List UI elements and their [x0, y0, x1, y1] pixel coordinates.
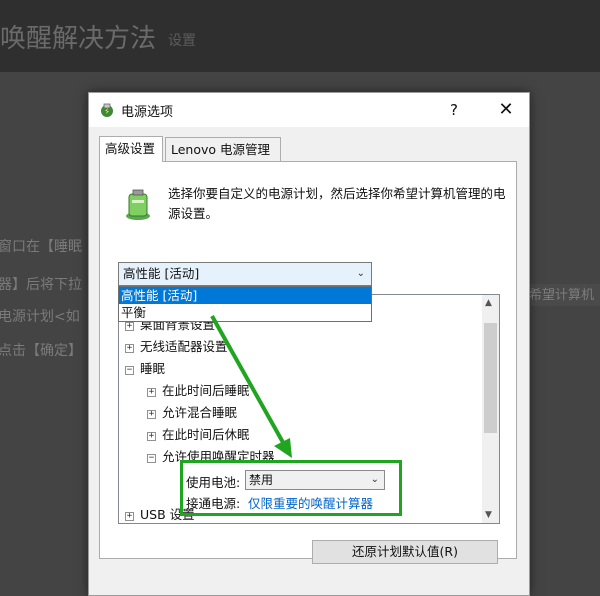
tree-item[interactable]: + 无线适配器设置 [125, 339, 228, 355]
power-plan-selected-value: 高性能 [活动] [123, 266, 200, 281]
plan-option[interactable]: 高性能 [活动] [119, 287, 371, 304]
collapse-icon[interactable]: − [147, 454, 156, 463]
tab-lenovo-power[interactable]: Lenovo 电源管理 [165, 137, 281, 161]
background-line: 器】后将下拉 [0, 277, 82, 293]
help-button[interactable]: ? [441, 97, 467, 123]
scroll-up-icon[interactable]: ▲ [485, 298, 492, 308]
plan-option[interactable]: 平衡 [119, 304, 371, 321]
on-battery-label: 使用电池: [186, 475, 241, 490]
background-line: 窗口在【睡眠 [0, 239, 82, 255]
plugged-in-value-link[interactable]: 仅限重要的唤醒计算器 [248, 493, 373, 512]
tree-item-label: 无线适配器设置 [140, 339, 228, 354]
expand-icon[interactable]: + [147, 432, 156, 441]
collapse-icon[interactable]: − [125, 366, 134, 375]
tree-item-label: 在此时间后休眠 [162, 427, 250, 442]
tree-item[interactable]: + 在此时间后睡眠 [147, 383, 250, 399]
background-line: 点击【确定】 [0, 343, 82, 359]
expand-icon[interactable]: + [125, 512, 134, 521]
title-bar: 电源选项 ? ✕ [89, 93, 529, 127]
on-battery-value: 禁用 [249, 473, 274, 487]
background-line: 电源计划<如 [0, 309, 80, 325]
tree-item[interactable]: − 睡眠 [125, 361, 165, 377]
battery-plan-icon [126, 189, 150, 220]
tree-item-label: 允许混合睡眠 [162, 405, 238, 420]
plugged-in-label: 接通电源: [186, 496, 241, 511]
expand-icon[interactable]: + [147, 410, 156, 419]
power-options-icon [101, 103, 113, 117]
tree-item-label: 在此时间后睡眠 [162, 383, 250, 398]
scroll-thumb[interactable] [484, 323, 497, 433]
dialog-title: 电源选项 [121, 105, 174, 120]
restore-defaults-button[interactable]: 还原计划默认值(R) [312, 540, 498, 564]
close-button[interactable]: ✕ [491, 97, 521, 123]
tab-advanced-settings[interactable]: 高级设置 [99, 136, 163, 162]
expand-icon[interactable]: + [125, 344, 134, 353]
on-battery-select[interactable]: 禁用 ⌄ [245, 470, 385, 490]
description-text: 选择你要自定义的电源计划，然后选择你希望计算机管理的电源设置。 [168, 186, 506, 221]
tree-item[interactable]: + 允许混合睡眠 [147, 405, 237, 421]
chevron-down-icon: ⌄ [370, 474, 379, 485]
scroll-down-icon[interactable]: ▼ [485, 510, 492, 520]
chevron-down-icon: ⌄ [356, 268, 365, 279]
tree-item[interactable]: + 在此时间后休眠 [147, 427, 250, 443]
expand-icon[interactable]: + [125, 322, 134, 331]
expand-icon[interactable]: + [147, 388, 156, 397]
background-extra: 设置 [168, 33, 196, 49]
power-options-dialog: 电源选项 ? ✕ 高级设置 Lenovo 电源管理 选择你要自定义的电源计划，然… [88, 92, 530, 596]
tree-item-label: 睡眠 [140, 361, 166, 376]
background-title: 唤醒解决方法 [0, 24, 157, 54]
tree-scrollbar[interactable]: ▲ ▼ [482, 295, 499, 523]
power-plan-dropdown-list[interactable]: 高性能 [活动] 平衡 [118, 286, 372, 322]
power-plan-select[interactable]: 高性能 [活动] ⌄ [118, 262, 372, 286]
